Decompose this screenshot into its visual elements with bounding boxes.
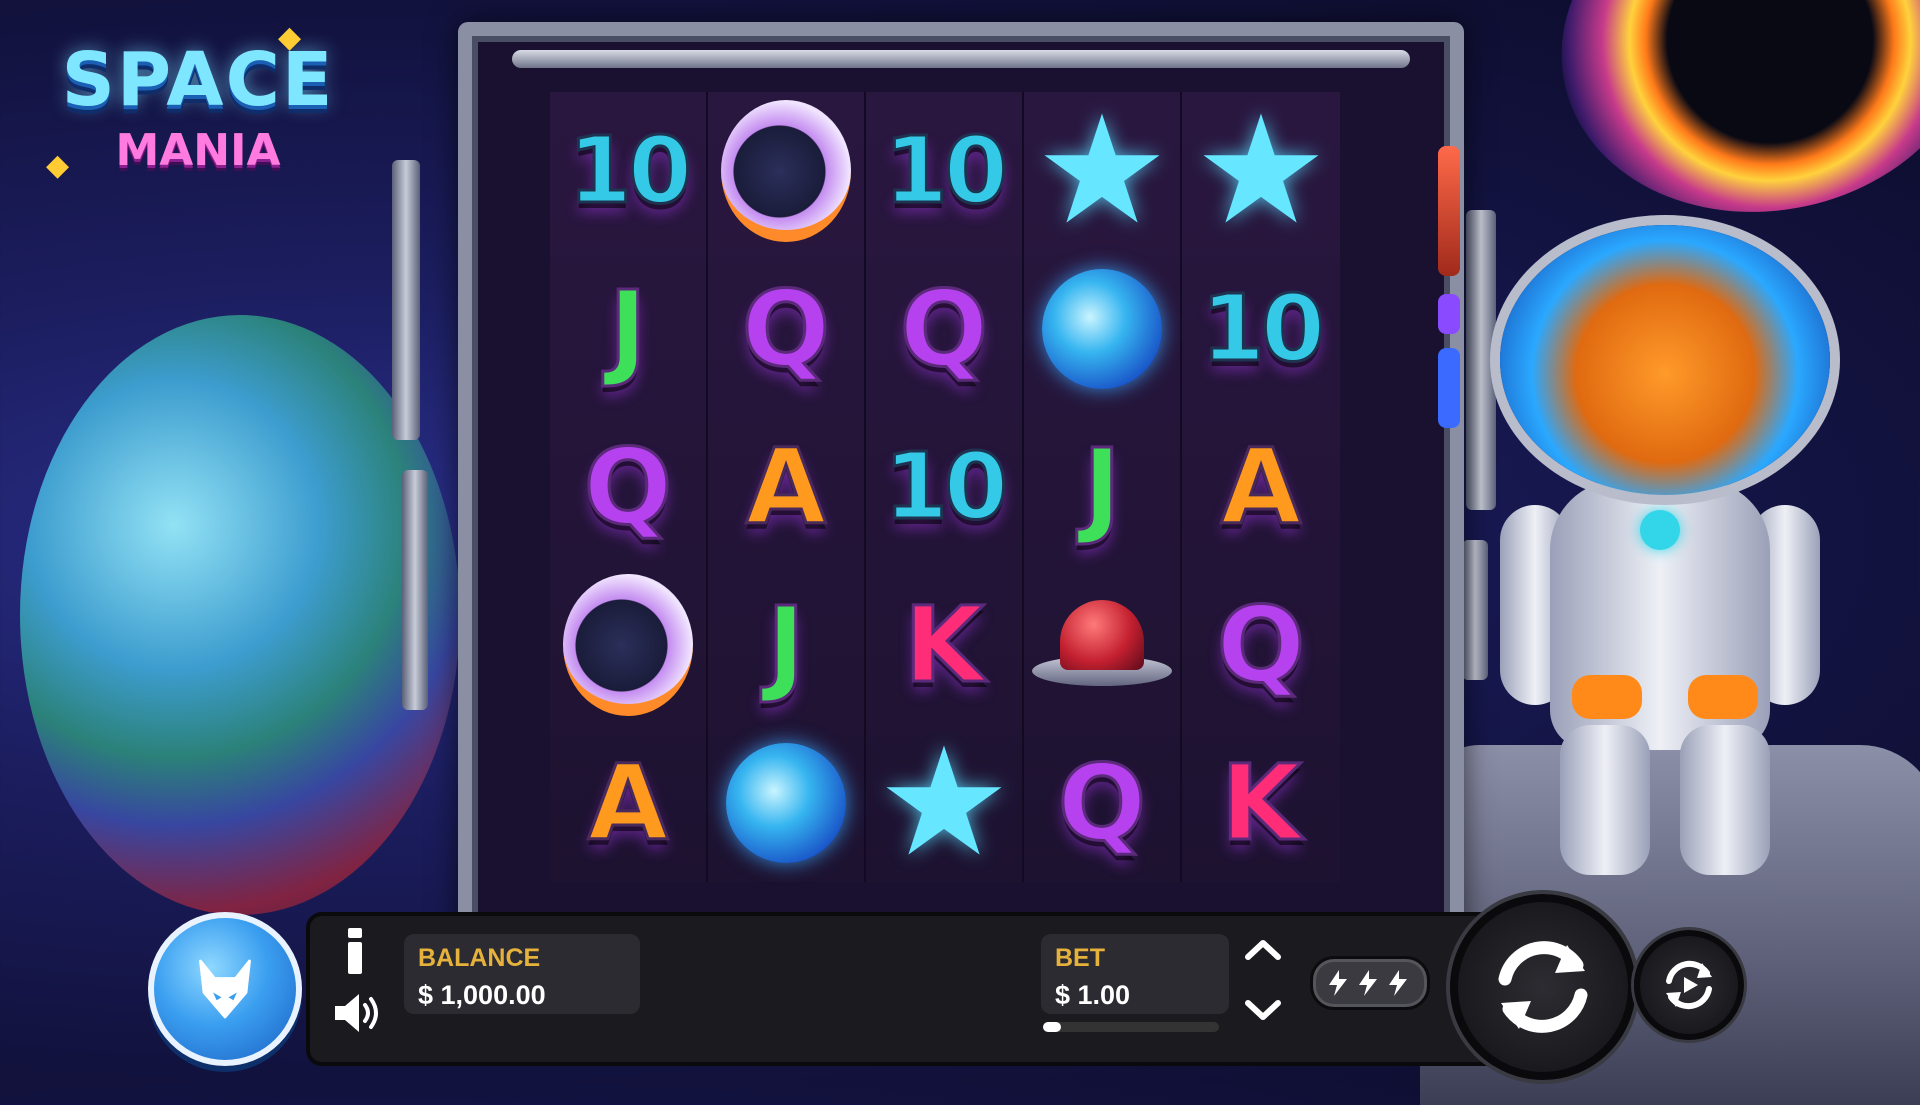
symbol-jack: J bbox=[1081, 426, 1123, 548]
symbol-queen: Q bbox=[1056, 742, 1147, 864]
symbol-ace: A bbox=[1219, 426, 1302, 548]
symbol-queen: Q bbox=[898, 268, 989, 390]
refresh-icon bbox=[1498, 941, 1588, 1033]
reel-cell: Q bbox=[1182, 566, 1340, 724]
energy-orb-icon bbox=[1042, 269, 1162, 389]
bet-decrease-button[interactable] bbox=[1242, 995, 1284, 1025]
logo-title-mania: MANIA bbox=[115, 125, 281, 176]
bet-label: BET bbox=[1055, 944, 1105, 972]
autoplay-icon bbox=[1666, 960, 1712, 1010]
sparkle-icon: ◆ bbox=[46, 149, 70, 182]
reel-cell bbox=[708, 724, 866, 882]
logo-title-space: SPACE bbox=[61, 37, 335, 123]
balance-value: $ 1,000.00 bbox=[418, 980, 546, 1010]
star-icon: ★ bbox=[1034, 84, 1170, 258]
astronaut-fish-character bbox=[1480, 225, 1860, 875]
sparkle-icon: ◆ bbox=[278, 21, 302, 54]
info-icon bbox=[348, 928, 362, 974]
fox-icon bbox=[199, 959, 251, 1019]
reel-cell: 10 bbox=[866, 92, 1024, 250]
left-pillar-lower bbox=[402, 470, 428, 710]
bet-level-bar bbox=[1043, 1022, 1219, 1032]
chevron-down-icon bbox=[1245, 1000, 1281, 1020]
reel-cell: ★ bbox=[866, 724, 1024, 882]
reel-cell: 10 bbox=[866, 408, 1024, 566]
balance-display: BALANCE $ 1,000.00 bbox=[404, 934, 640, 1014]
sound-button[interactable] bbox=[333, 990, 383, 1036]
symbol-ten: 10 bbox=[566, 117, 693, 224]
character-left-knee bbox=[1572, 675, 1642, 719]
helmet-icon bbox=[721, 100, 851, 242]
star-icon: ★ bbox=[1193, 84, 1329, 258]
left-pillar bbox=[392, 160, 420, 440]
reel-cell bbox=[1024, 250, 1182, 408]
symbol-ace: A bbox=[744, 426, 827, 548]
bet-level-fill bbox=[1043, 1022, 1061, 1032]
reel-cell: Q bbox=[550, 408, 708, 566]
character-left-leg bbox=[1560, 725, 1650, 875]
reel-cell: Q bbox=[708, 250, 866, 408]
reel-cell bbox=[1024, 566, 1182, 724]
balance-label: BALANCE bbox=[418, 944, 541, 972]
symbol-king: K bbox=[1219, 742, 1303, 864]
symbol-ten: 10 bbox=[882, 433, 1009, 540]
speaker-icon bbox=[335, 994, 378, 1032]
character-right-knee bbox=[1688, 675, 1758, 719]
symbol-queen: Q bbox=[740, 268, 831, 390]
reel-cell: A bbox=[550, 724, 708, 882]
reel-cell: 10 bbox=[1182, 250, 1340, 408]
reel-cell: J bbox=[1024, 408, 1182, 566]
reel-cell: J bbox=[708, 566, 866, 724]
bet-display: BET $ 1.00 bbox=[1041, 934, 1229, 1014]
lightning-icon bbox=[1329, 970, 1407, 996]
star-icon: ★ bbox=[876, 716, 1012, 890]
character-core-light bbox=[1640, 510, 1680, 550]
bet-increase-button[interactable] bbox=[1242, 935, 1284, 965]
frame-indicator-red bbox=[1438, 146, 1460, 276]
reel-cell: Q bbox=[1024, 724, 1182, 882]
reel-cell: A bbox=[708, 408, 866, 566]
symbol-queen: Q bbox=[1215, 584, 1306, 706]
reel-grid: 10 10 ★ ★ J Q Q 10 Q A 10 J A J K Q A ★ Q K bbox=[550, 92, 1340, 882]
frame-indicator-blue bbox=[1438, 348, 1460, 428]
black-hole-background bbox=[1529, 0, 1920, 250]
reel-cell: ★ bbox=[1182, 92, 1340, 250]
reel-cell: K bbox=[1182, 724, 1340, 882]
symbol-ten: 10 bbox=[1199, 275, 1326, 382]
symbol-jack: J bbox=[607, 268, 649, 390]
energy-orb-icon bbox=[726, 743, 846, 863]
reel-cell: Q bbox=[866, 250, 1024, 408]
reel-cell: 10 bbox=[550, 92, 708, 250]
bonus-dome-icon bbox=[1032, 600, 1172, 690]
symbol-queen: Q bbox=[582, 426, 673, 548]
reel-cell: J bbox=[550, 250, 708, 408]
helmet-icon bbox=[563, 574, 693, 716]
symbol-ten: 10 bbox=[882, 117, 1009, 224]
character-right-leg bbox=[1680, 725, 1770, 875]
symbol-ace: A bbox=[586, 742, 669, 864]
chevron-up-icon bbox=[1245, 940, 1281, 960]
reel-cell: A bbox=[1182, 408, 1340, 566]
frame-top-bar bbox=[512, 50, 1410, 68]
bet-value: $ 1.00 bbox=[1055, 980, 1131, 1010]
info-button[interactable] bbox=[344, 928, 366, 974]
spin-button[interactable] bbox=[1450, 894, 1636, 1080]
frame-indicator-purple bbox=[1438, 294, 1460, 334]
character-helmet bbox=[1500, 225, 1830, 495]
reel-cell bbox=[550, 566, 708, 724]
reel-cell bbox=[708, 92, 866, 250]
autoplay-button[interactable] bbox=[1634, 930, 1744, 1040]
reel-cell: K bbox=[866, 566, 1024, 724]
reel-cell: ★ bbox=[1024, 92, 1182, 250]
symbol-king: K bbox=[902, 584, 986, 706]
symbol-jack: J bbox=[765, 584, 807, 706]
game-logo: ◆ ◆ SPACE MANIA bbox=[38, 21, 358, 200]
turbo-button[interactable] bbox=[1310, 956, 1430, 1010]
menu-button[interactable] bbox=[148, 912, 302, 1066]
